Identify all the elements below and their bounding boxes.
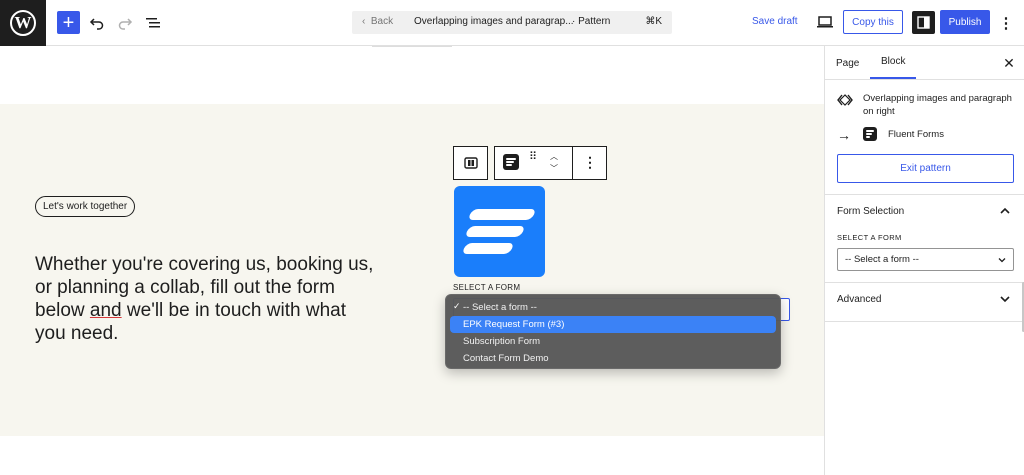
block-toolbar-group: ⠿ ︿ ﹀ ⋮ <box>494 146 607 180</box>
save-draft-button[interactable]: Save draft <box>752 16 798 27</box>
preview-button[interactable] <box>815 12 835 32</box>
panel-divider <box>825 282 1024 283</box>
dropdown-option-placeholder[interactable]: ✓ -- Select a form -- <box>450 299 776 316</box>
checkmark-icon: ✓ <box>453 301 461 311</box>
document-overview-button[interactable] <box>141 11 165 35</box>
exit-pattern-button[interactable]: Exit pattern <box>837 154 1014 183</box>
options-button[interactable]: ⋮ <box>998 13 1014 33</box>
advanced-panel-toggle[interactable]: Advanced <box>837 294 881 305</box>
copy-this-button[interactable]: Copy this <box>843 10 903 34</box>
chevron-up-icon[interactable] <box>999 205 1011 217</box>
panel-divider <box>825 194 1024 195</box>
close-sidebar-button[interactable]: ✕ <box>1001 55 1017 71</box>
list-view-icon <box>146 18 160 28</box>
plus-icon: + <box>62 11 75 34</box>
chevron-down-icon <box>998 258 1006 263</box>
editor-top-toolbar: W + ‹ Back Overlapping images and paragr… <box>0 0 1024 46</box>
desktop-preview-icon <box>817 16 833 28</box>
select-value: -- Select a form -- <box>845 254 919 265</box>
command-shortcut: ⌘K <box>645 16 662 27</box>
block-options-icon[interactable]: ⋮ <box>580 153 600 173</box>
undo-button[interactable] <box>85 11 109 35</box>
sidebar-select-label: SELECT A FORM <box>837 233 902 242</box>
close-icon: ✕ <box>1003 55 1015 71</box>
dropdown-option-subscription[interactable]: Subscription Form <box>450 333 776 350</box>
editor-app: W + ‹ Back Overlapping images and paragr… <box>0 0 1024 475</box>
pattern-name: Overlapping images and paragraph on righ… <box>863 93 1012 117</box>
editor-canvas[interactable]: Let's work together Whether you're cover… <box>0 46 824 475</box>
arrow-right-icon: → <box>837 127 851 143</box>
settings-toggle-button[interactable] <box>912 11 935 34</box>
sidebar-tabs: Page Block ✕ <box>825 46 1024 80</box>
chevron-down-icon[interactable] <box>999 293 1011 305</box>
fluent-forms-logo <box>454 186 545 277</box>
settings-sidebar: Page Block ✕ Overlapping images and para… <box>824 46 1024 475</box>
undo-icon <box>89 18 104 30</box>
fluent-forms-icon <box>863 127 877 141</box>
columns-icon <box>463 157 478 169</box>
select-parent-button[interactable] <box>453 146 488 180</box>
command-bar[interactable]: ‹ Back Overlapping images and paragrap..… <box>352 11 672 34</box>
document-title: Overlapping images and paragrap... <box>414 16 574 27</box>
block-movers: ︿ ﹀ <box>547 151 561 177</box>
heading-paragraph[interactable]: Whether you're covering us, booking us, … <box>35 253 375 345</box>
redo-button[interactable] <box>113 11 137 35</box>
command-bar-back[interactable]: ‹ Back <box>362 16 393 27</box>
tab-block[interactable]: Block <box>870 46 917 79</box>
canvas-select-label: SELECT A FORM <box>453 283 521 292</box>
pattern-section[interactable]: Let's work together Whether you're cover… <box>0 104 824 436</box>
panel-divider <box>825 321 1024 322</box>
option-label: Subscription Form <box>463 336 541 347</box>
form-selection-panel-toggle[interactable]: Form Selection <box>837 206 904 217</box>
option-label: Contact Form Demo <box>463 353 549 364</box>
move-down-icon[interactable]: ﹀ <box>547 163 561 175</box>
redo-icon <box>118 18 133 30</box>
document-type: · Pattern <box>572 16 611 27</box>
spellcheck-underlined-word: and <box>89 300 122 321</box>
fluent-forms-block-icon[interactable] <box>503 154 519 170</box>
child-block-name[interactable]: Fluent Forms <box>888 129 944 140</box>
pattern-icon <box>837 94 853 106</box>
toolbar-separator <box>572 147 573 179</box>
drag-handle-icon[interactable]: ⠿ <box>529 152 539 171</box>
tab-page[interactable]: Page <box>825 46 870 80</box>
option-label: -- Select a form -- <box>463 302 537 313</box>
dropdown-option-epk-request[interactable]: EPK Request Form (#3) <box>450 316 776 333</box>
move-up-icon[interactable]: ︿ <box>547 151 561 163</box>
pill-label[interactable]: Let's work together <box>35 196 136 217</box>
canvas-divider <box>372 46 452 47</box>
wordpress-logo-button[interactable]: W <box>0 0 46 46</box>
wordpress-logo-icon: W <box>10 10 36 36</box>
form-select-dropdown[interactable]: ✓ -- Select a form -- EPK Request Form (… <box>445 294 781 369</box>
sidebar-form-select[interactable]: -- Select a form -- <box>837 248 1014 271</box>
option-label: EPK Request Form (#3) <box>463 319 565 330</box>
back-label: Back <box>370 16 394 27</box>
more-vertical-icon: ⋮ <box>998 15 1014 32</box>
sidebar-icon <box>917 16 930 29</box>
publish-button[interactable]: Publish <box>940 10 990 34</box>
dropdown-option-contact-demo[interactable]: Contact Form Demo <box>450 350 776 367</box>
add-block-button[interactable]: + <box>57 11 80 34</box>
